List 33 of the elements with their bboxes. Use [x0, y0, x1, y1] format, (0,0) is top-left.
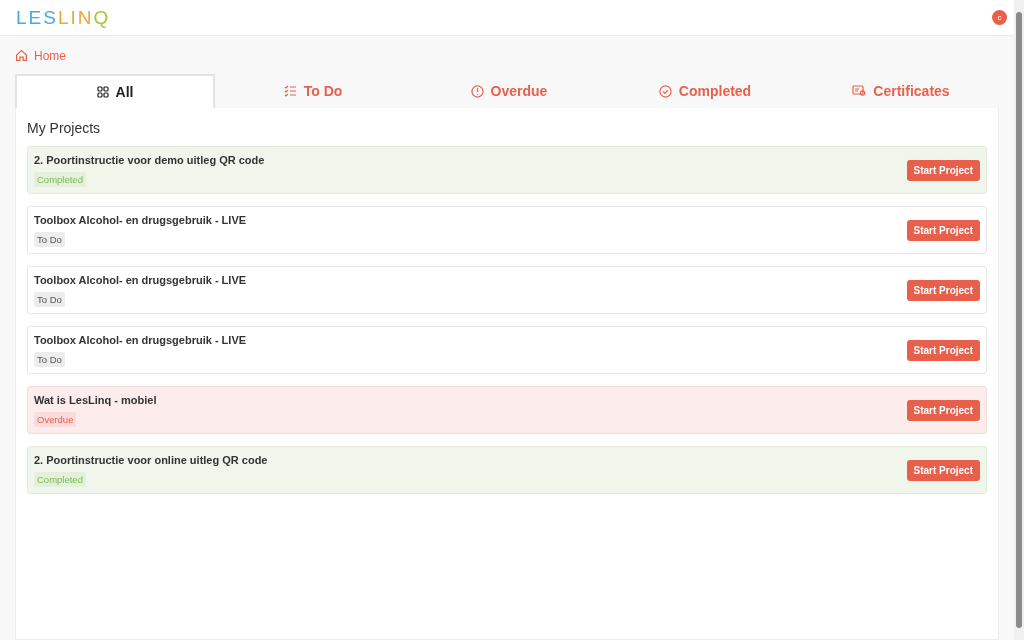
start-project-button[interactable]: Start Project — [906, 459, 980, 481]
check-circle-icon — [658, 84, 672, 98]
project-title: Toolbox Alcohol- en drugsgebruik - LIVE — [34, 333, 247, 346]
status-tag: Completed — [34, 471, 86, 487]
tab[interactable]: To Do — [215, 74, 411, 108]
home-icon — [15, 49, 28, 62]
status-tag: To Do — [34, 231, 65, 247]
section-title: My Projects — [27, 120, 102, 136]
project-title: Toolbox Alcohol- en drugsgebruik - LIVE — [34, 213, 247, 226]
grid-icon — [96, 86, 109, 98]
tab[interactable]: Certificates — [803, 74, 999, 108]
scrollbar[interactable] — [1014, 0, 1024, 640]
status-tag: To Do — [34, 351, 65, 367]
tab[interactable]: Completed — [607, 74, 803, 108]
project-title: Wat is LesLinq - mobiel — [34, 393, 157, 406]
tab[interactable]: All — [15, 74, 215, 108]
project-title: 2. Poortinstructie voor online uitleg QR code — [34, 453, 268, 466]
project-title: 2. Poortinstructie voor demo uitleg QR code — [34, 153, 265, 166]
start-project-button[interactable]: Start Project — [906, 159, 980, 181]
start-project-button[interactable]: Start Project — [906, 339, 980, 361]
start-project-button[interactable]: Start Project — [906, 219, 980, 241]
status-tag: Completed — [34, 171, 86, 187]
project-title: Toolbox Alcohol- en drugsgebruik - LIVE — [34, 273, 247, 286]
status-tag: Overdue — [34, 411, 77, 427]
certificate-icon — [852, 85, 867, 97]
start-project-button[interactable]: Start Project — [906, 279, 980, 301]
checklist-icon — [283, 85, 297, 97]
user-avatar[interactable]: c — [992, 10, 1007, 25]
alert-icon — [470, 84, 484, 98]
status-tag: To Do — [34, 291, 65, 307]
tab[interactable]: Overdue — [411, 74, 607, 108]
home-link[interactable]: Home — [15, 48, 66, 63]
start-project-button[interactable]: Start Project — [906, 399, 980, 421]
